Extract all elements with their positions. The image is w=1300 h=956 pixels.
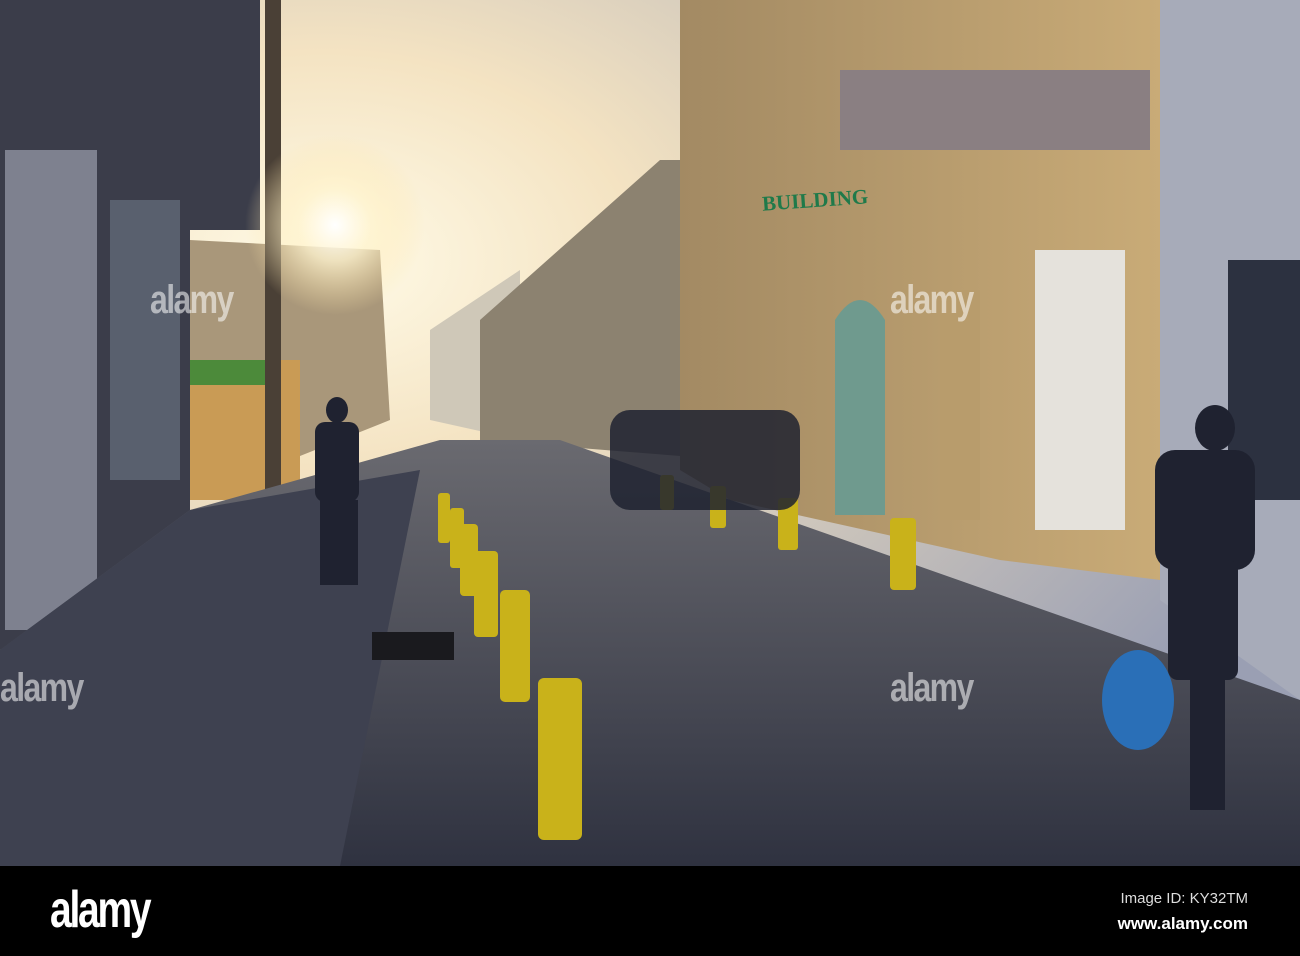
watermark: alamy xyxy=(890,666,974,710)
rolling-shutter xyxy=(5,150,97,630)
blue-bag xyxy=(1102,650,1174,750)
watermark: alamy xyxy=(150,278,234,322)
footer-bar: alamy Image ID: KY32TM www.alamy.com xyxy=(0,866,1300,956)
site-url: www.alamy.com xyxy=(1117,914,1248,933)
shutter-door xyxy=(1035,250,1125,530)
street-photo: BUILDING alamy alamy alamy alamy xyxy=(0,0,1300,866)
alamy-logo: alamy xyxy=(50,881,152,939)
watermark: alamy xyxy=(0,666,84,710)
drain-grate xyxy=(372,632,454,660)
street-scene-illustration xyxy=(0,0,1300,866)
shop-sign xyxy=(190,360,270,385)
balcony xyxy=(840,70,1150,150)
watermark: alamy xyxy=(890,278,974,322)
image-id: Image ID: KY32TM xyxy=(1120,890,1248,907)
arch-door xyxy=(940,290,980,520)
sun-glow xyxy=(245,135,425,315)
shop-window xyxy=(110,200,180,480)
green-door xyxy=(835,300,885,515)
